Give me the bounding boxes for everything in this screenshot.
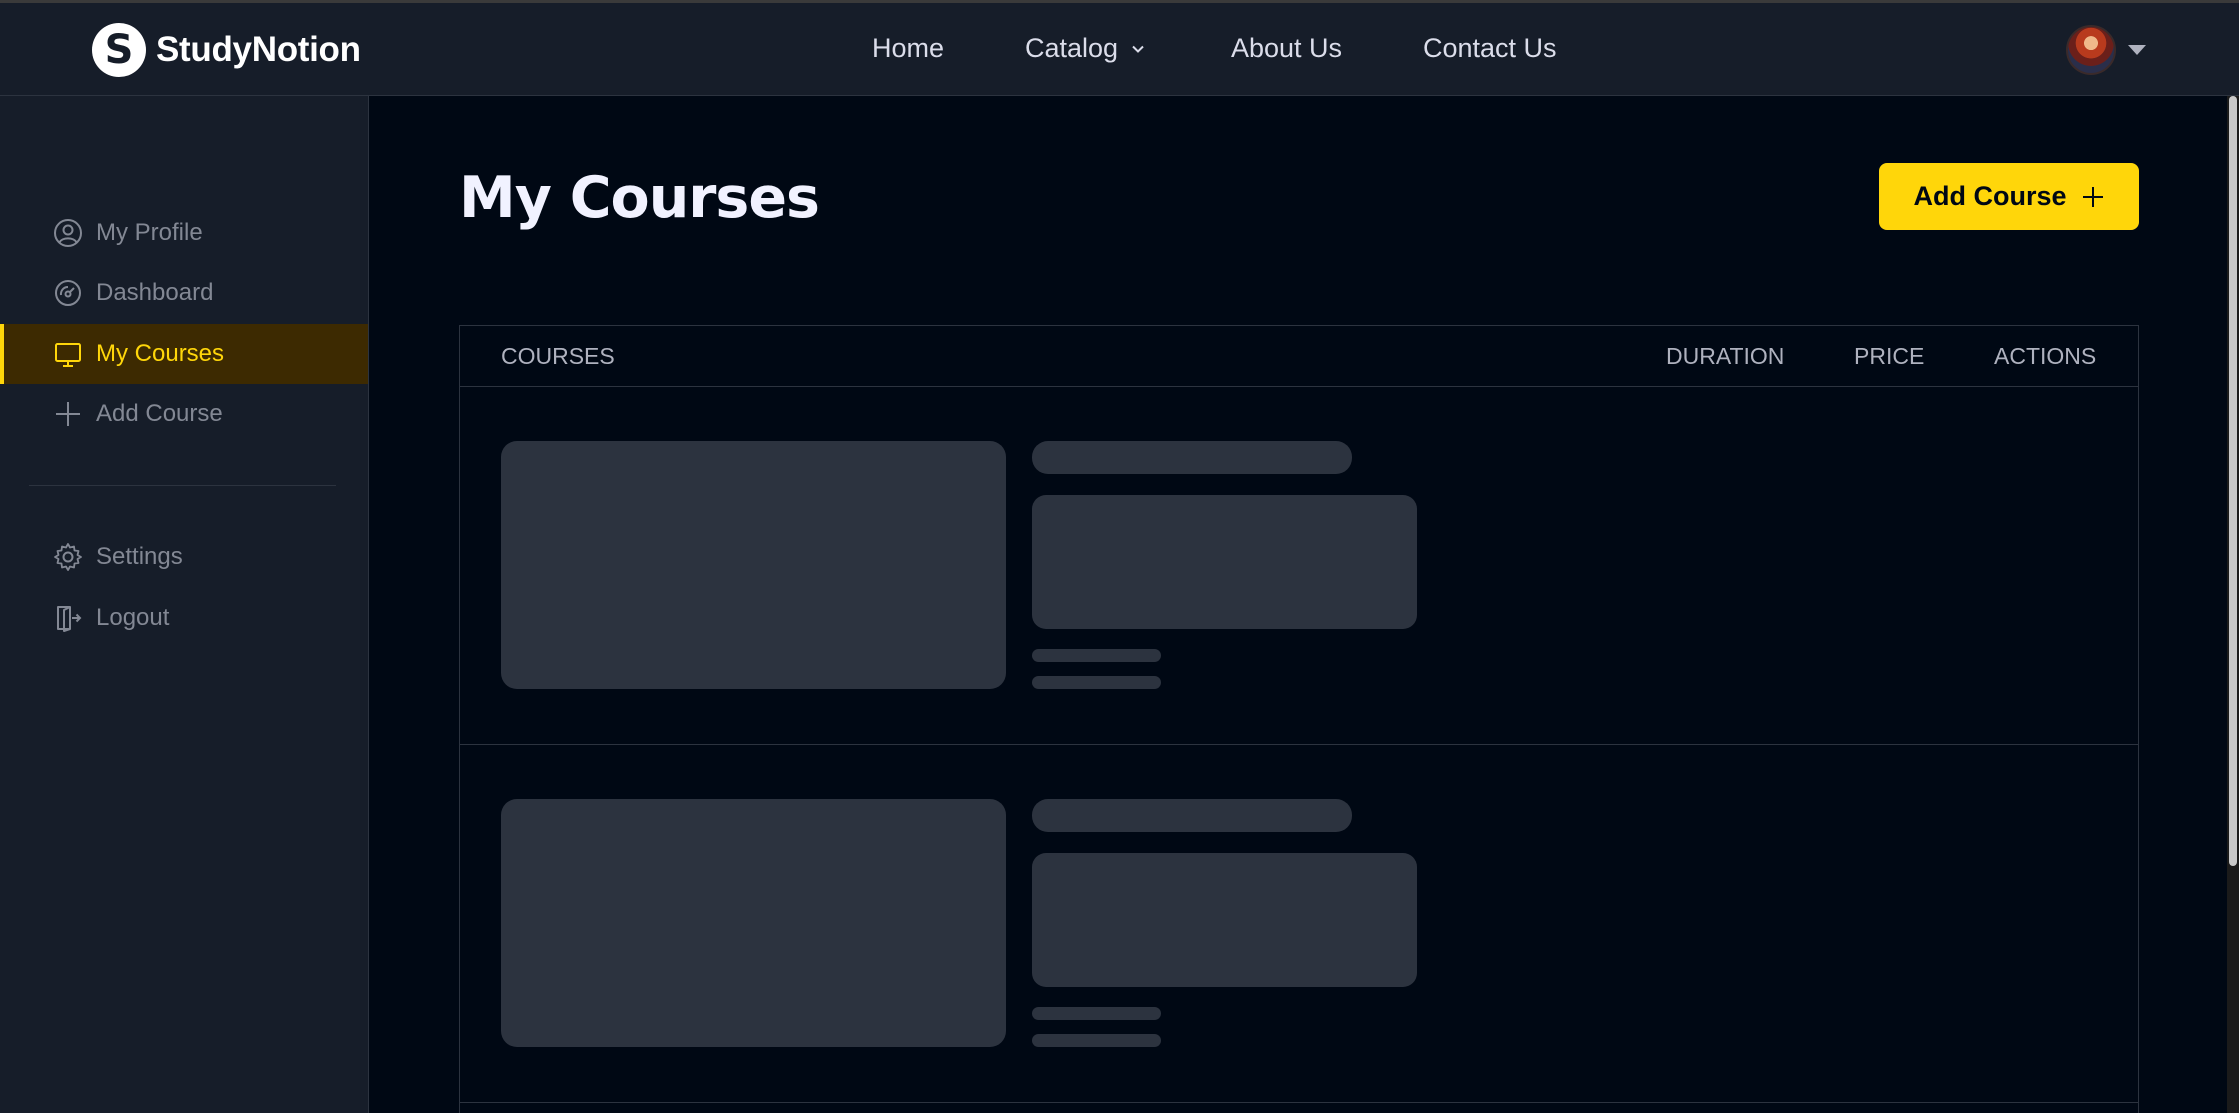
gear-icon xyxy=(54,543,82,571)
meta-skeleton xyxy=(1032,1034,1161,1047)
monitor-icon xyxy=(55,343,81,367)
chevron-down-icon xyxy=(1132,45,1144,53)
profile-dropdown[interactable] xyxy=(2066,25,2146,75)
sidebar-item-label: Settings xyxy=(96,543,183,570)
nav-about-us[interactable]: About Us xyxy=(1231,33,1342,64)
sidebar-item-my-profile[interactable]: My Profile xyxy=(0,203,368,263)
sidebar-item-dashboard[interactable]: Dashboard xyxy=(0,263,368,323)
column-header-price: PRICE xyxy=(1854,343,1925,369)
gauge-icon xyxy=(55,280,81,306)
table-row-skeleton xyxy=(460,388,2138,745)
nav-home[interactable]: Home xyxy=(872,33,944,64)
thumbnail-skeleton xyxy=(501,799,1006,1047)
page-title: My Courses xyxy=(459,165,820,231)
add-course-button[interactable]: Add Course xyxy=(1879,163,2139,230)
table-header: COURSES DURATION PRICE ACTIONS xyxy=(460,326,2138,387)
avatar[interactable] xyxy=(2066,25,2116,75)
top-navbar: S StudyNotion Home Catalog About Us Cont… xyxy=(0,0,2239,96)
thumbnail-skeleton xyxy=(501,441,1006,689)
sidebar-item-label: My Courses xyxy=(96,340,225,367)
table-row-skeleton xyxy=(460,746,2138,1103)
plus-icon xyxy=(2082,186,2103,207)
nav-catalog-label: Catalog xyxy=(1025,33,1119,63)
title-skeleton xyxy=(1032,799,1352,832)
sidebar: My Profile Dashboard My Courses Add Cour… xyxy=(0,96,369,1113)
description-skeleton xyxy=(1032,495,1417,629)
scrollbar-thumb[interactable] xyxy=(2229,96,2237,866)
sidebar-item-label: Logout xyxy=(96,604,170,631)
meta-skeleton xyxy=(1032,649,1161,662)
nav-contact-label: Contact Us xyxy=(1423,33,1557,63)
add-course-button-label: Add Course xyxy=(1913,181,2067,211)
sidebar-item-logout[interactable]: Logout xyxy=(0,588,368,648)
sidebar-divider xyxy=(29,485,336,486)
nav-home-label: Home xyxy=(872,33,945,63)
courses-table: COURSES DURATION PRICE ACTIONS xyxy=(459,325,2139,1113)
sidebar-item-add-course[interactable]: Add Course xyxy=(0,384,368,444)
user-circle-icon xyxy=(54,219,82,247)
sidebar-item-label: My Profile xyxy=(96,219,203,246)
meta-skeleton xyxy=(1032,1007,1161,1020)
sidebar-item-my-courses[interactable]: My Courses xyxy=(0,324,368,384)
sidebar-item-settings[interactable]: Settings xyxy=(0,527,368,587)
nav-contact-us[interactable]: Contact Us xyxy=(1423,33,1557,64)
column-header-duration: DURATION xyxy=(1666,343,1785,369)
sidebar-item-label: Dashboard xyxy=(96,279,214,306)
brand-logo[interactable]: S StudyNotion xyxy=(92,23,361,77)
logo-mark-icon: S xyxy=(92,23,146,77)
brand-name: StudyNotion xyxy=(156,30,361,69)
title-skeleton xyxy=(1032,441,1352,474)
page-scrollbar[interactable] xyxy=(2227,96,2239,1113)
nav-catalog[interactable]: Catalog xyxy=(1025,33,1146,64)
caret-down-icon xyxy=(2128,45,2146,55)
sidebar-item-label: Add Course xyxy=(96,400,223,427)
column-header-courses: COURSES xyxy=(501,343,615,369)
column-header-actions: ACTIONS xyxy=(1994,343,2097,369)
nav-about-label: About Us xyxy=(1231,33,1343,63)
meta-skeleton xyxy=(1032,676,1161,689)
plus-icon xyxy=(56,402,80,426)
logout-icon xyxy=(57,606,82,632)
description-skeleton xyxy=(1032,853,1417,987)
